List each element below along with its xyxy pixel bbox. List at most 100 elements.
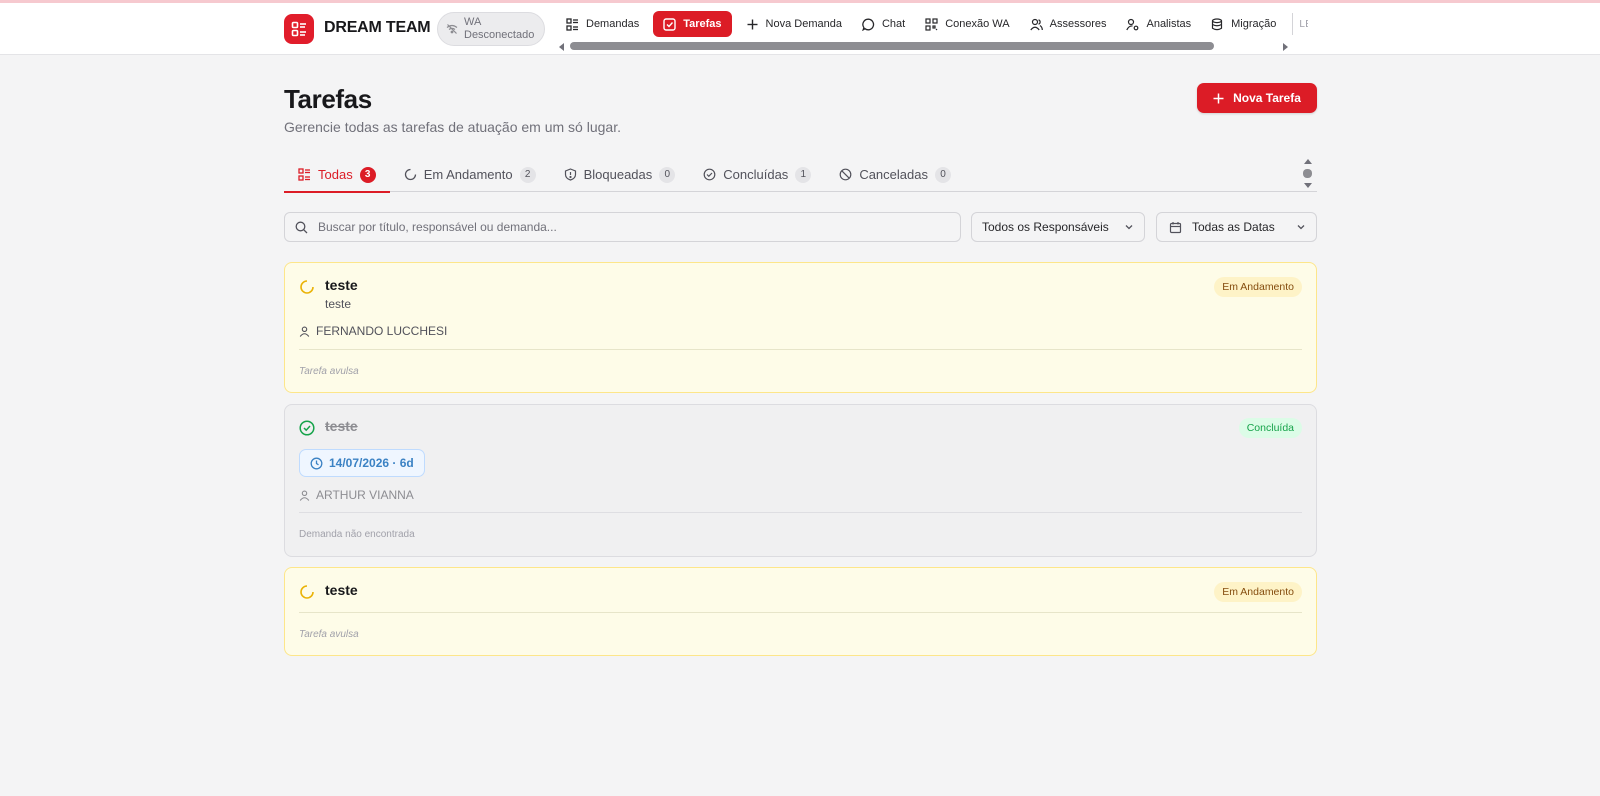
nav-migracao[interactable]: Migração <box>1201 11 1286 37</box>
nav-label: Analistas <box>1146 18 1192 30</box>
tab-bloqueadas[interactable]: Bloqueadas 0 <box>550 157 690 192</box>
wa-status-badge[interactable]: WA Desconectado <box>437 12 545 46</box>
nav-label: Migração <box>1231 18 1277 30</box>
scroll-left-arrow-icon[interactable] <box>559 43 564 51</box>
responsible-select-value: Todos os Responsáveis <box>982 220 1109 234</box>
status-badge: Concluída <box>1238 418 1302 438</box>
page-subtitle: Gerencie todas as tarefas de atuação em … <box>284 119 621 135</box>
tab-count: 3 <box>359 166 376 183</box>
tab-count: 0 <box>934 166 951 183</box>
app-header: DREAM TEAM WA Desconectado Demandas Tare… <box>0 3 1600 55</box>
chevron-down-icon <box>1297 225 1305 230</box>
task-card[interactable]: teste teste Em Andamento FERNANDO LUCCHE… <box>284 262 1317 393</box>
tab-count: 0 <box>659 166 676 183</box>
calendar-icon <box>1169 221 1182 233</box>
task-title[interactable]: teste <box>325 582 358 598</box>
nav-label: Conexão WA <box>945 18 1010 30</box>
clock-icon <box>310 457 323 469</box>
task-title[interactable]: teste <box>325 277 358 293</box>
tab-todas[interactable]: Todas 3 <box>284 157 390 193</box>
nav-label: Tarefas <box>683 18 722 30</box>
card-divider <box>299 512 1302 513</box>
task-assignee: ARTHUR VIANNA <box>299 488 414 502</box>
plus-icon <box>747 19 758 29</box>
tab-label: Canceladas <box>859 167 928 182</box>
search-box[interactable] <box>284 212 961 242</box>
qr-code-icon <box>925 17 938 31</box>
loader-icon <box>300 280 314 294</box>
card-divider <box>299 612 1302 613</box>
check-square-icon <box>663 17 676 31</box>
scroll-down-arrow-icon[interactable] <box>1304 183 1312 188</box>
users-icon <box>1029 18 1043 30</box>
shield-icon <box>564 168 576 181</box>
tab-em-andamento[interactable]: Em Andamento 2 <box>390 157 550 192</box>
new-task-button[interactable]: Nova Tarefa <box>1197 83 1317 113</box>
user-icon <box>299 326 310 337</box>
check-circle-icon <box>299 420 315 436</box>
status-badge: Em Andamento <box>1214 582 1302 602</box>
task-footer: Tarefa avulsa <box>299 366 359 377</box>
nav-label: Demandas <box>586 18 640 30</box>
task-description: teste <box>325 297 352 311</box>
tab-count: 2 <box>519 166 536 183</box>
card-divider <box>299 349 1302 350</box>
tab-canceladas[interactable]: Canceladas 0 <box>825 157 965 192</box>
wifi-off-icon <box>446 24 458 34</box>
tab-label: Bloqueadas <box>583 167 653 182</box>
date-select-value: Todas as Datas <box>1192 220 1275 234</box>
list-icon <box>566 17 578 31</box>
assignee-name: FERNANDO LUCCHESI <box>316 324 448 338</box>
tabs-scroll-thumb[interactable] <box>1303 169 1312 178</box>
scroll-up-arrow-icon[interactable] <box>1304 159 1312 164</box>
task-card[interactable]: teste Concluída 14/07/2026 · 6d ARTHUR V… <box>284 404 1317 557</box>
nav-chat[interactable]: Chat <box>852 11 915 37</box>
responsible-select[interactable]: Todos os Responsáveis <box>971 212 1145 242</box>
assignee-name: ARTHUR VIANNA <box>316 488 414 502</box>
main-nav: Demandas Tarefas Nova Demanda Chat Conex… <box>556 7 1308 53</box>
tab-label: Concluídas <box>723 167 789 182</box>
nav-user-name[interactable]: LETI <box>1299 11 1308 37</box>
task-card[interactable]: teste Em Andamento Tarefa avulsa <box>284 567 1317 656</box>
database-icon <box>1212 17 1223 30</box>
nav-tarefas[interactable]: Tarefas <box>653 11 732 37</box>
due-date-text: 14/07/2026 · 6d <box>329 456 414 470</box>
nav-label: Nova Demanda <box>765 18 842 30</box>
nav-conexao-wa[interactable]: Conexão WA <box>915 11 1019 37</box>
tab-count: 1 <box>795 166 812 183</box>
search-input[interactable] <box>318 220 938 234</box>
list-logo-icon <box>291 21 306 37</box>
brand-name: DREAM TEAM <box>324 19 431 36</box>
nav-separator <box>1292 13 1294 35</box>
list-icon <box>298 168 310 181</box>
nav-analistas[interactable]: Analistas <box>1116 11 1201 37</box>
task-assignee: FERNANDO LUCCHESI <box>299 324 447 338</box>
tabs-scrollbar[interactable] <box>1303 159 1313 189</box>
ban-icon <box>839 168 852 181</box>
user-cog-icon <box>1126 18 1139 30</box>
date-select[interactable]: Todas as Datas <box>1156 212 1317 242</box>
user-icon <box>299 490 310 501</box>
nav-nova-demanda[interactable]: Nova Demanda <box>736 11 852 37</box>
tab-concluidas[interactable]: Concluídas 1 <box>689 157 825 192</box>
nav-scroll-thumb[interactable] <box>570 42 1214 50</box>
nav-demandas[interactable]: Demandas <box>556 11 649 37</box>
nav-scrollbar[interactable] <box>556 41 1308 51</box>
nav-label: Assessores <box>1049 18 1107 30</box>
task-footer: Tarefa avulsa <box>299 629 359 640</box>
nav-assessores[interactable]: Assessores <box>1020 11 1117 37</box>
task-title[interactable]: teste <box>325 418 358 434</box>
loader-icon <box>300 585 314 599</box>
tab-label: Todas <box>318 167 353 182</box>
task-footer: Demanda não encontrada <box>299 529 415 540</box>
app-logo[interactable] <box>284 14 314 44</box>
due-date-chip: 14/07/2026 · 6d <box>299 449 425 477</box>
wa-status-text: WA Desconectado <box>464 16 535 41</box>
page-title: Tarefas <box>284 84 372 114</box>
loader-icon <box>404 168 416 181</box>
search-icon <box>295 221 308 233</box>
status-badge: Em Andamento <box>1214 277 1302 297</box>
tab-label: Em Andamento <box>423 167 513 182</box>
plus-icon <box>1213 93 1224 103</box>
scroll-right-arrow-icon[interactable] <box>1283 43 1288 51</box>
